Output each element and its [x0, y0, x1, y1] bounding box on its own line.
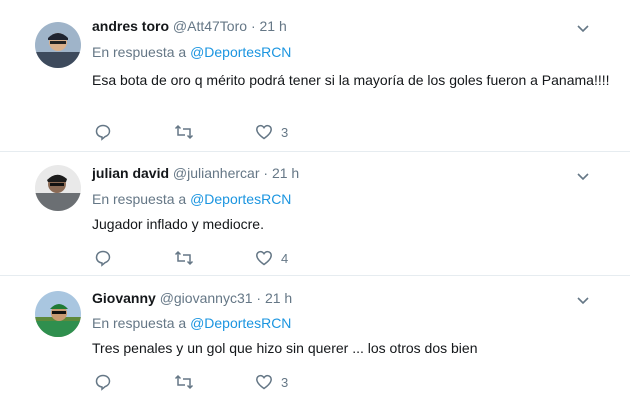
retweet-icon [174, 373, 194, 391]
like-count: 3 [281, 374, 289, 390]
reply-button[interactable] [94, 122, 112, 142]
tweet-timestamp[interactable]: 21 h [272, 165, 299, 181]
retweet-icon [174, 249, 194, 267]
heart-icon [255, 373, 273, 391]
reply-prefix: En respuesta a [92, 191, 187, 207]
tweet-actions: 3 [92, 372, 392, 392]
chevron-down-icon[interactable] [575, 168, 591, 184]
reply-icon [94, 123, 112, 141]
reply-mention-link[interactable]: @DeportesRCN [190, 44, 291, 60]
separator-dot: · [256, 290, 262, 306]
like-button[interactable]: 3 [255, 122, 288, 142]
tweet-giovanny[interactable]: Giovanny @giovannyc31 · 21 h En respuest… [0, 276, 630, 400]
tweet-actions: 4 [92, 248, 392, 268]
retweet-button[interactable] [174, 372, 194, 392]
retweet-button[interactable] [174, 248, 194, 268]
tweet-andres-toro[interactable]: andres toro @Att47Toro · 21 h En respues… [0, 0, 630, 150]
reply-context: En respuesta a @DeportesRCN [92, 44, 291, 60]
chevron-down-icon[interactable] [575, 20, 591, 36]
chevron-down-icon[interactable] [575, 292, 591, 308]
like-count: 4 [281, 250, 289, 266]
author-name[interactable]: andres toro [92, 18, 169, 34]
like-count: 3 [281, 124, 289, 140]
avatar[interactable] [35, 22, 81, 68]
tweet-timestamp[interactable]: 21 h [260, 18, 287, 34]
author-handle[interactable]: @julianhercar [173, 165, 260, 181]
avatar[interactable] [35, 291, 81, 337]
author-handle[interactable]: @giovannyc31 [160, 290, 253, 306]
heart-icon [255, 249, 273, 267]
reply-button[interactable] [94, 372, 112, 392]
tweet-julian-david[interactable]: julian david @julianhercar · 21 h En res… [0, 152, 630, 275]
reply-mention-link[interactable]: @DeportesRCN [190, 315, 291, 331]
author-name[interactable]: julian david [92, 165, 169, 181]
author-handle[interactable]: @Att47Toro [173, 18, 247, 34]
tweet-text: Tres penales y un gol que hizo sin quere… [92, 340, 478, 356]
retweet-button[interactable] [174, 122, 194, 142]
reply-icon [94, 373, 112, 391]
retweet-icon [174, 123, 194, 141]
reply-button[interactable] [94, 248, 112, 268]
tweet-text: Esa bota de oro q mérito podrá tener si … [92, 72, 610, 88]
author-name[interactable]: Giovanny [92, 290, 156, 306]
tweet-actions: 3 [92, 122, 392, 142]
tweet-timestamp[interactable]: 21 h [265, 290, 292, 306]
reply-context: En respuesta a @DeportesRCN [92, 191, 291, 207]
separator-dot: · [250, 18, 256, 34]
like-button[interactable]: 3 [255, 372, 288, 392]
reply-icon [94, 249, 112, 267]
separator-dot: · [263, 165, 269, 181]
reply-prefix: En respuesta a [92, 44, 187, 60]
reply-prefix: En respuesta a [92, 315, 187, 331]
avatar[interactable] [35, 165, 81, 211]
reply-context: En respuesta a @DeportesRCN [92, 315, 291, 331]
tweet-text: Jugador inflado y mediocre. [92, 216, 264, 232]
reply-mention-link[interactable]: @DeportesRCN [190, 191, 291, 207]
like-button[interactable]: 4 [255, 248, 288, 268]
heart-icon [255, 123, 273, 141]
